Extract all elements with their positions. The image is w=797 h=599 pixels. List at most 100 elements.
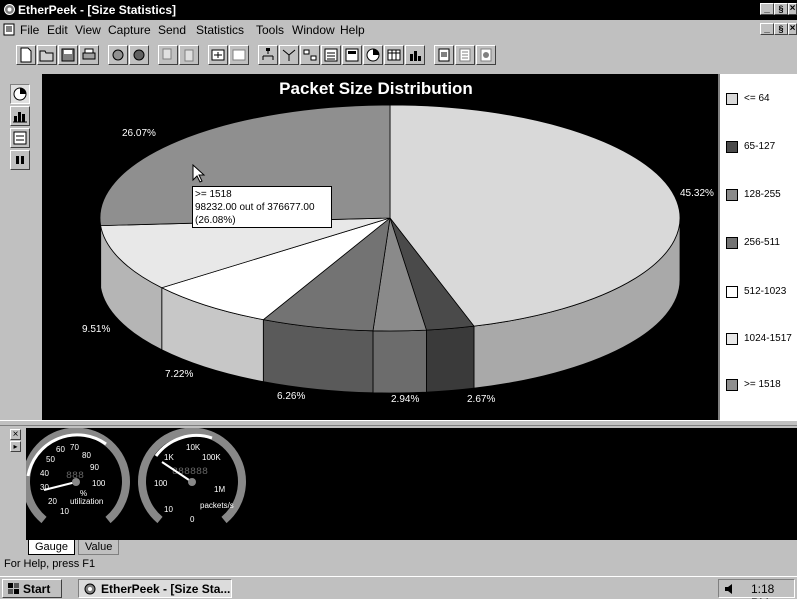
list-icon [459,48,471,62]
toolbar [0,42,797,70]
packet-list-button[interactable] [455,45,475,65]
menu-capture[interactable]: Capture [108,23,151,37]
doc-close-button[interactable]: × [788,23,797,35]
menu-file[interactable]: File [20,23,39,37]
paste-button[interactable] [179,45,199,65]
network-node-icon [262,48,274,60]
node-stats-button[interactable] [258,45,278,65]
start-capture-button[interactable] [108,45,128,65]
pkt-tick-1k: 1K [164,453,174,462]
utilization-gauge: 10 20 30 40 50 60 70 80 90 100 888 % uti… [22,427,130,524]
doc-restore-button[interactable]: § [774,23,788,35]
pie-label-2: 2.94% [391,394,419,405]
menu-edit[interactable]: Edit [47,23,68,37]
pie-slice-side-1[interactable] [426,325,475,393]
bar-view-button[interactable] [10,106,30,126]
legend-label: >= 1518 [744,379,781,390]
alarm-log-button[interactable] [434,45,454,65]
open-folder-icon [39,50,54,62]
pie-label-1: 2.67% [467,394,495,405]
pie-slice-side-6[interactable] [99,217,102,288]
bar-chart-icon [13,112,27,123]
pie-label-3: 6.26% [277,391,305,402]
menu-help[interactable]: Help [340,23,365,37]
protocol-tree-icon [282,49,296,61]
menu-tools[interactable]: Tools [256,23,284,37]
document-icon[interactable] [3,23,16,36]
options-icon [13,131,27,145]
protocol-stats-button[interactable] [279,45,299,65]
menu-bar: File Edit View Capture Send Statistics T… [0,20,797,39]
tray-clock: 1:18 PM [751,582,775,599]
summary-stats-button[interactable] [342,45,362,65]
pkt-tick-1m: 1M [214,485,225,494]
chart-tool-strip [4,80,32,420]
history-stats-button[interactable] [321,45,341,65]
pause-button[interactable] [10,150,30,170]
tab-gauge[interactable]: Gauge [28,540,76,555]
net-stats-button[interactable] [384,45,404,65]
stop-capture-button[interactable] [129,45,149,65]
packets-gauge: 0 10 100 1K 10K 100K 1M 888888 packets/s [138,427,246,524]
pie-slice-side-2[interactable] [372,329,427,394]
gauge-close-button[interactable]: × [10,429,21,440]
conversation-icon [303,49,317,61]
copy-button[interactable] [158,45,178,65]
pie-view-button[interactable] [10,84,30,104]
menu-window[interactable]: Window [292,23,335,37]
pkt-label: packets/s [200,501,234,510]
start-button[interactable]: Start [2,579,62,598]
tab-value[interactable]: Value [78,540,120,555]
legend-swatch [726,286,738,298]
speaker-icon[interactable] [723,582,737,596]
windows-logo-icon [8,583,19,594]
close-button[interactable]: × [788,3,797,15]
print-button[interactable] [79,45,99,65]
pie-label-0: 45.32% [680,188,714,199]
gauge-dock-button[interactable]: ▸ [10,441,21,452]
util-tick-100: 100 [92,479,106,488]
graph-button[interactable] [405,45,425,65]
util-tick-10: 10 [60,507,69,516]
doc-minimize-button[interactable]: _ [760,23,774,35]
conversation-button[interactable] [300,45,320,65]
size-stats-button[interactable] [363,45,383,65]
legend-swatch [726,93,738,105]
filter-icon [211,49,225,61]
pane-splitter[interactable] [0,420,797,426]
open-button[interactable] [37,45,57,65]
pie-chart-icon [13,87,27,101]
pkt-tick-10: 10 [164,505,173,514]
status-bar: For Help, press F1 [0,556,797,574]
printer-icon [82,48,96,60]
menu-view[interactable]: View [75,23,101,37]
legend-label: 1024-1517 [744,333,792,344]
legend-label: 128-255 [744,189,781,200]
gauges-svg: 10 20 30 40 50 60 70 80 90 100 888 % uti… [22,427,246,524]
legend-label: 65-127 [744,141,776,152]
stop-icon [133,49,145,61]
menu-send[interactable]: Send [158,23,186,37]
options-button[interactable] [10,128,30,148]
save-disk-icon [61,48,75,62]
filter-button[interactable] [208,45,228,65]
taskbar-etherpeek-item[interactable]: EtherPeek - [Size Sta... [78,579,232,598]
minimize-button[interactable]: _ [760,3,774,15]
packet-size-pie-chart[interactable]: Packet Size Distribution 45.32% 2.67% 2.94… [42,74,718,420]
chart-title: Packet Size Distribution [279,79,473,98]
decode-button[interactable] [476,45,496,65]
gauge-panel: 10 20 30 40 50 60 70 80 90 100 888 % uti… [22,427,797,540]
pie-label-4: 7.22% [165,369,193,380]
edit-filter-button[interactable] [229,45,249,65]
status-text: For Help, press F1 [4,558,96,570]
grid-table-icon [387,49,401,61]
menu-statistics[interactable]: Statistics [196,23,244,37]
taskbar: Start EtherPeek - [Size Sta... 1:18 PM [0,576,797,599]
gauge-side-strip: × ▸ [0,426,26,554]
title-bar[interactable]: EtherPeek - [Size Statistics] _ § × [0,0,797,20]
start-label: Start [23,582,51,596]
save-button[interactable] [58,45,78,65]
new-button[interactable] [16,45,36,65]
restore-button[interactable]: § [774,3,788,15]
new-file-icon [20,47,32,63]
